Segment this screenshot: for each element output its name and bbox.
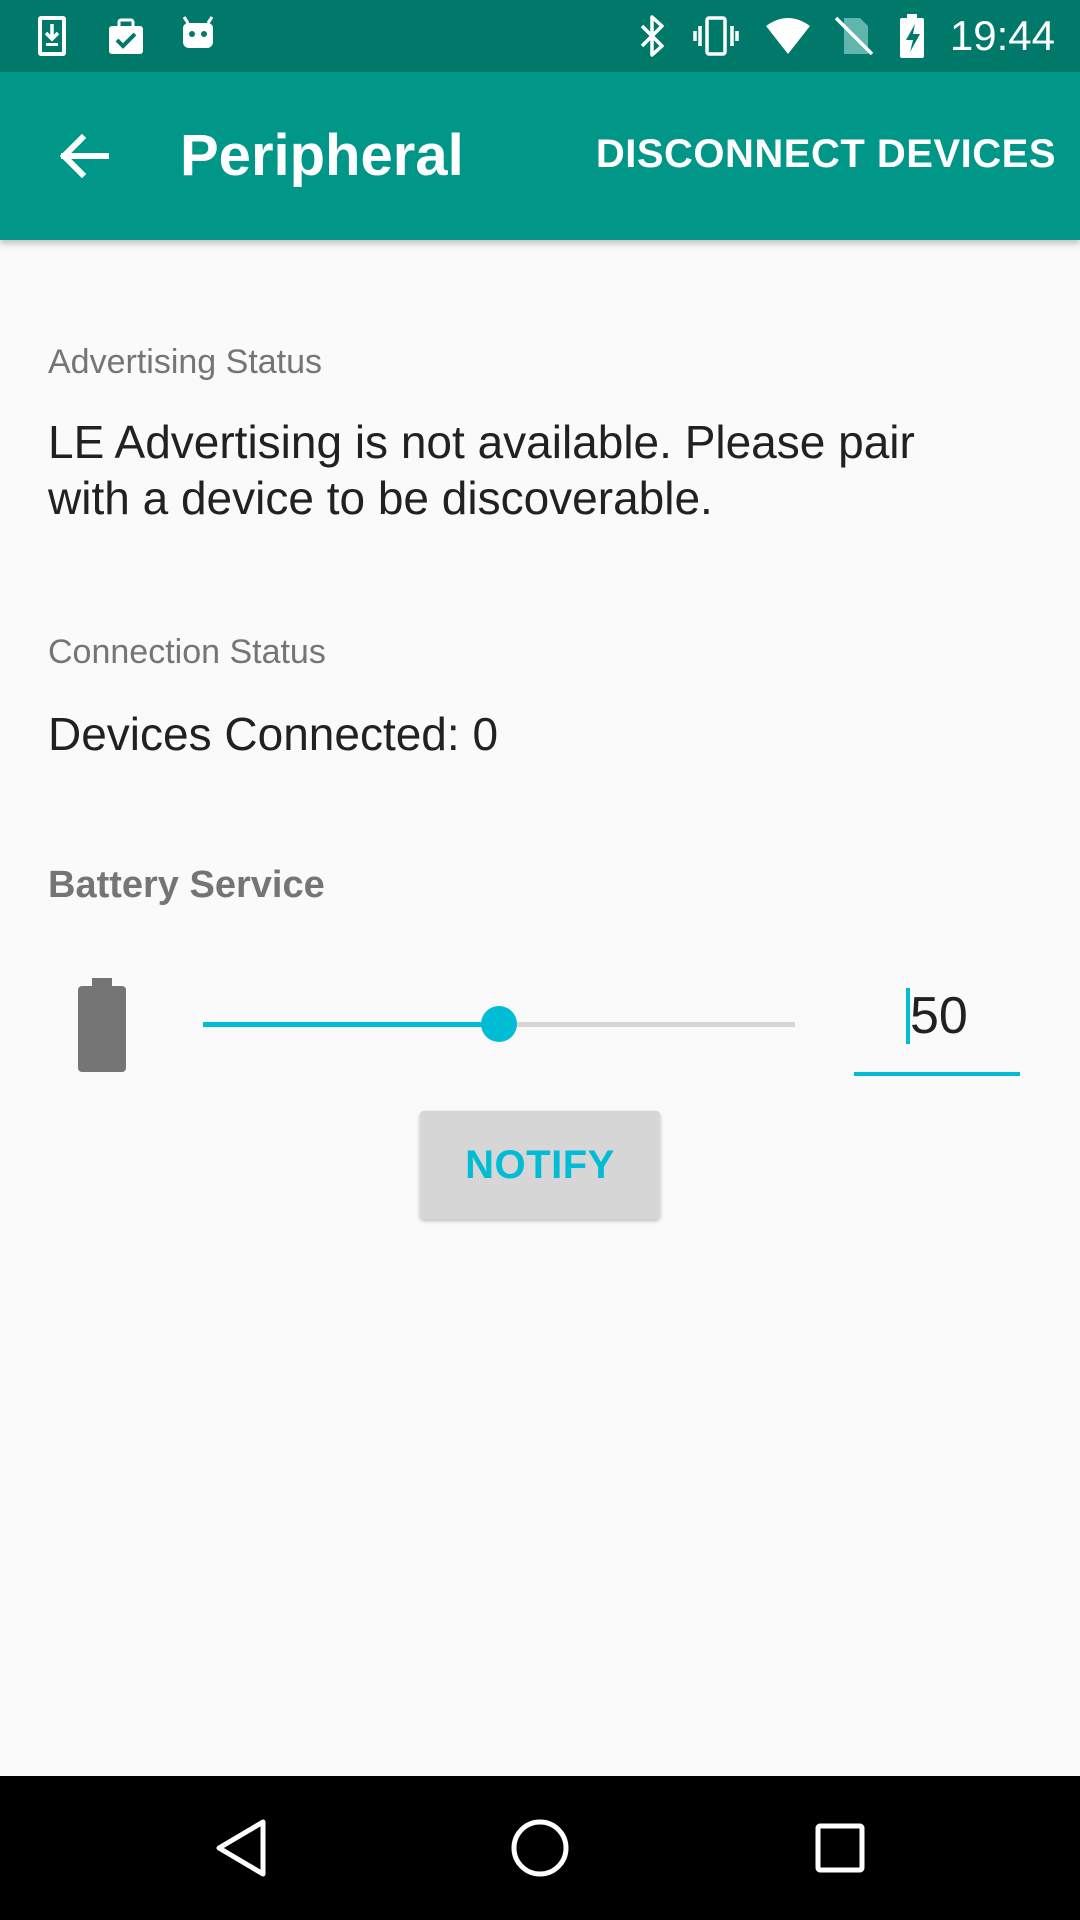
recents-nav-icon	[788, 1796, 892, 1900]
battery-level-slider[interactable]	[203, 1002, 795, 1046]
clipboard-check-icon	[102, 12, 150, 60]
no-sim-icon	[830, 12, 878, 60]
advertising-status-value: LE Advertising is not available. Please …	[48, 416, 915, 524]
vibrate-icon	[692, 12, 740, 60]
slider-fill	[203, 1022, 499, 1027]
battery-level-value: 50	[910, 987, 968, 1045]
wifi-icon	[764, 12, 812, 60]
page-title: Peripheral	[180, 123, 464, 188]
notify-button[interactable]: NOTIFY	[420, 1111, 660, 1219]
battery-level-input[interactable]: 50	[854, 980, 1020, 1076]
download-icon	[30, 12, 78, 60]
nav-back-button[interactable]	[189, 1796, 293, 1900]
connection-status-value: Devices Connected: 0	[48, 708, 499, 760]
status-bar: 19:44	[0, 0, 1080, 72]
android-icon	[174, 12, 222, 60]
app-bar: Peripheral DISCONNECT DEVICES	[0, 72, 1080, 240]
battery-charging-icon	[888, 12, 936, 60]
back-button[interactable]	[48, 120, 120, 192]
nav-home-button[interactable]	[488, 1796, 592, 1900]
status-time: 19:44	[949, 12, 1055, 59]
advertising-status-label: Advertising Status	[48, 343, 323, 381]
navigation-bar	[0, 1776, 1080, 1920]
connection-status-label: Connection Status	[48, 633, 326, 671]
slider-thumb[interactable]	[481, 1006, 517, 1042]
bluetooth-icon	[628, 12, 676, 60]
nav-recents-button[interactable]	[788, 1796, 892, 1900]
disconnect-devices-button[interactable]: DISCONNECT DEVICES	[596, 130, 1056, 178]
battery-icon	[76, 978, 128, 1072]
home-nav-icon	[488, 1796, 592, 1900]
arrow-back-icon	[48, 120, 120, 192]
battery-service-header: Battery Service	[48, 864, 325, 906]
back-nav-icon	[189, 1796, 293, 1900]
